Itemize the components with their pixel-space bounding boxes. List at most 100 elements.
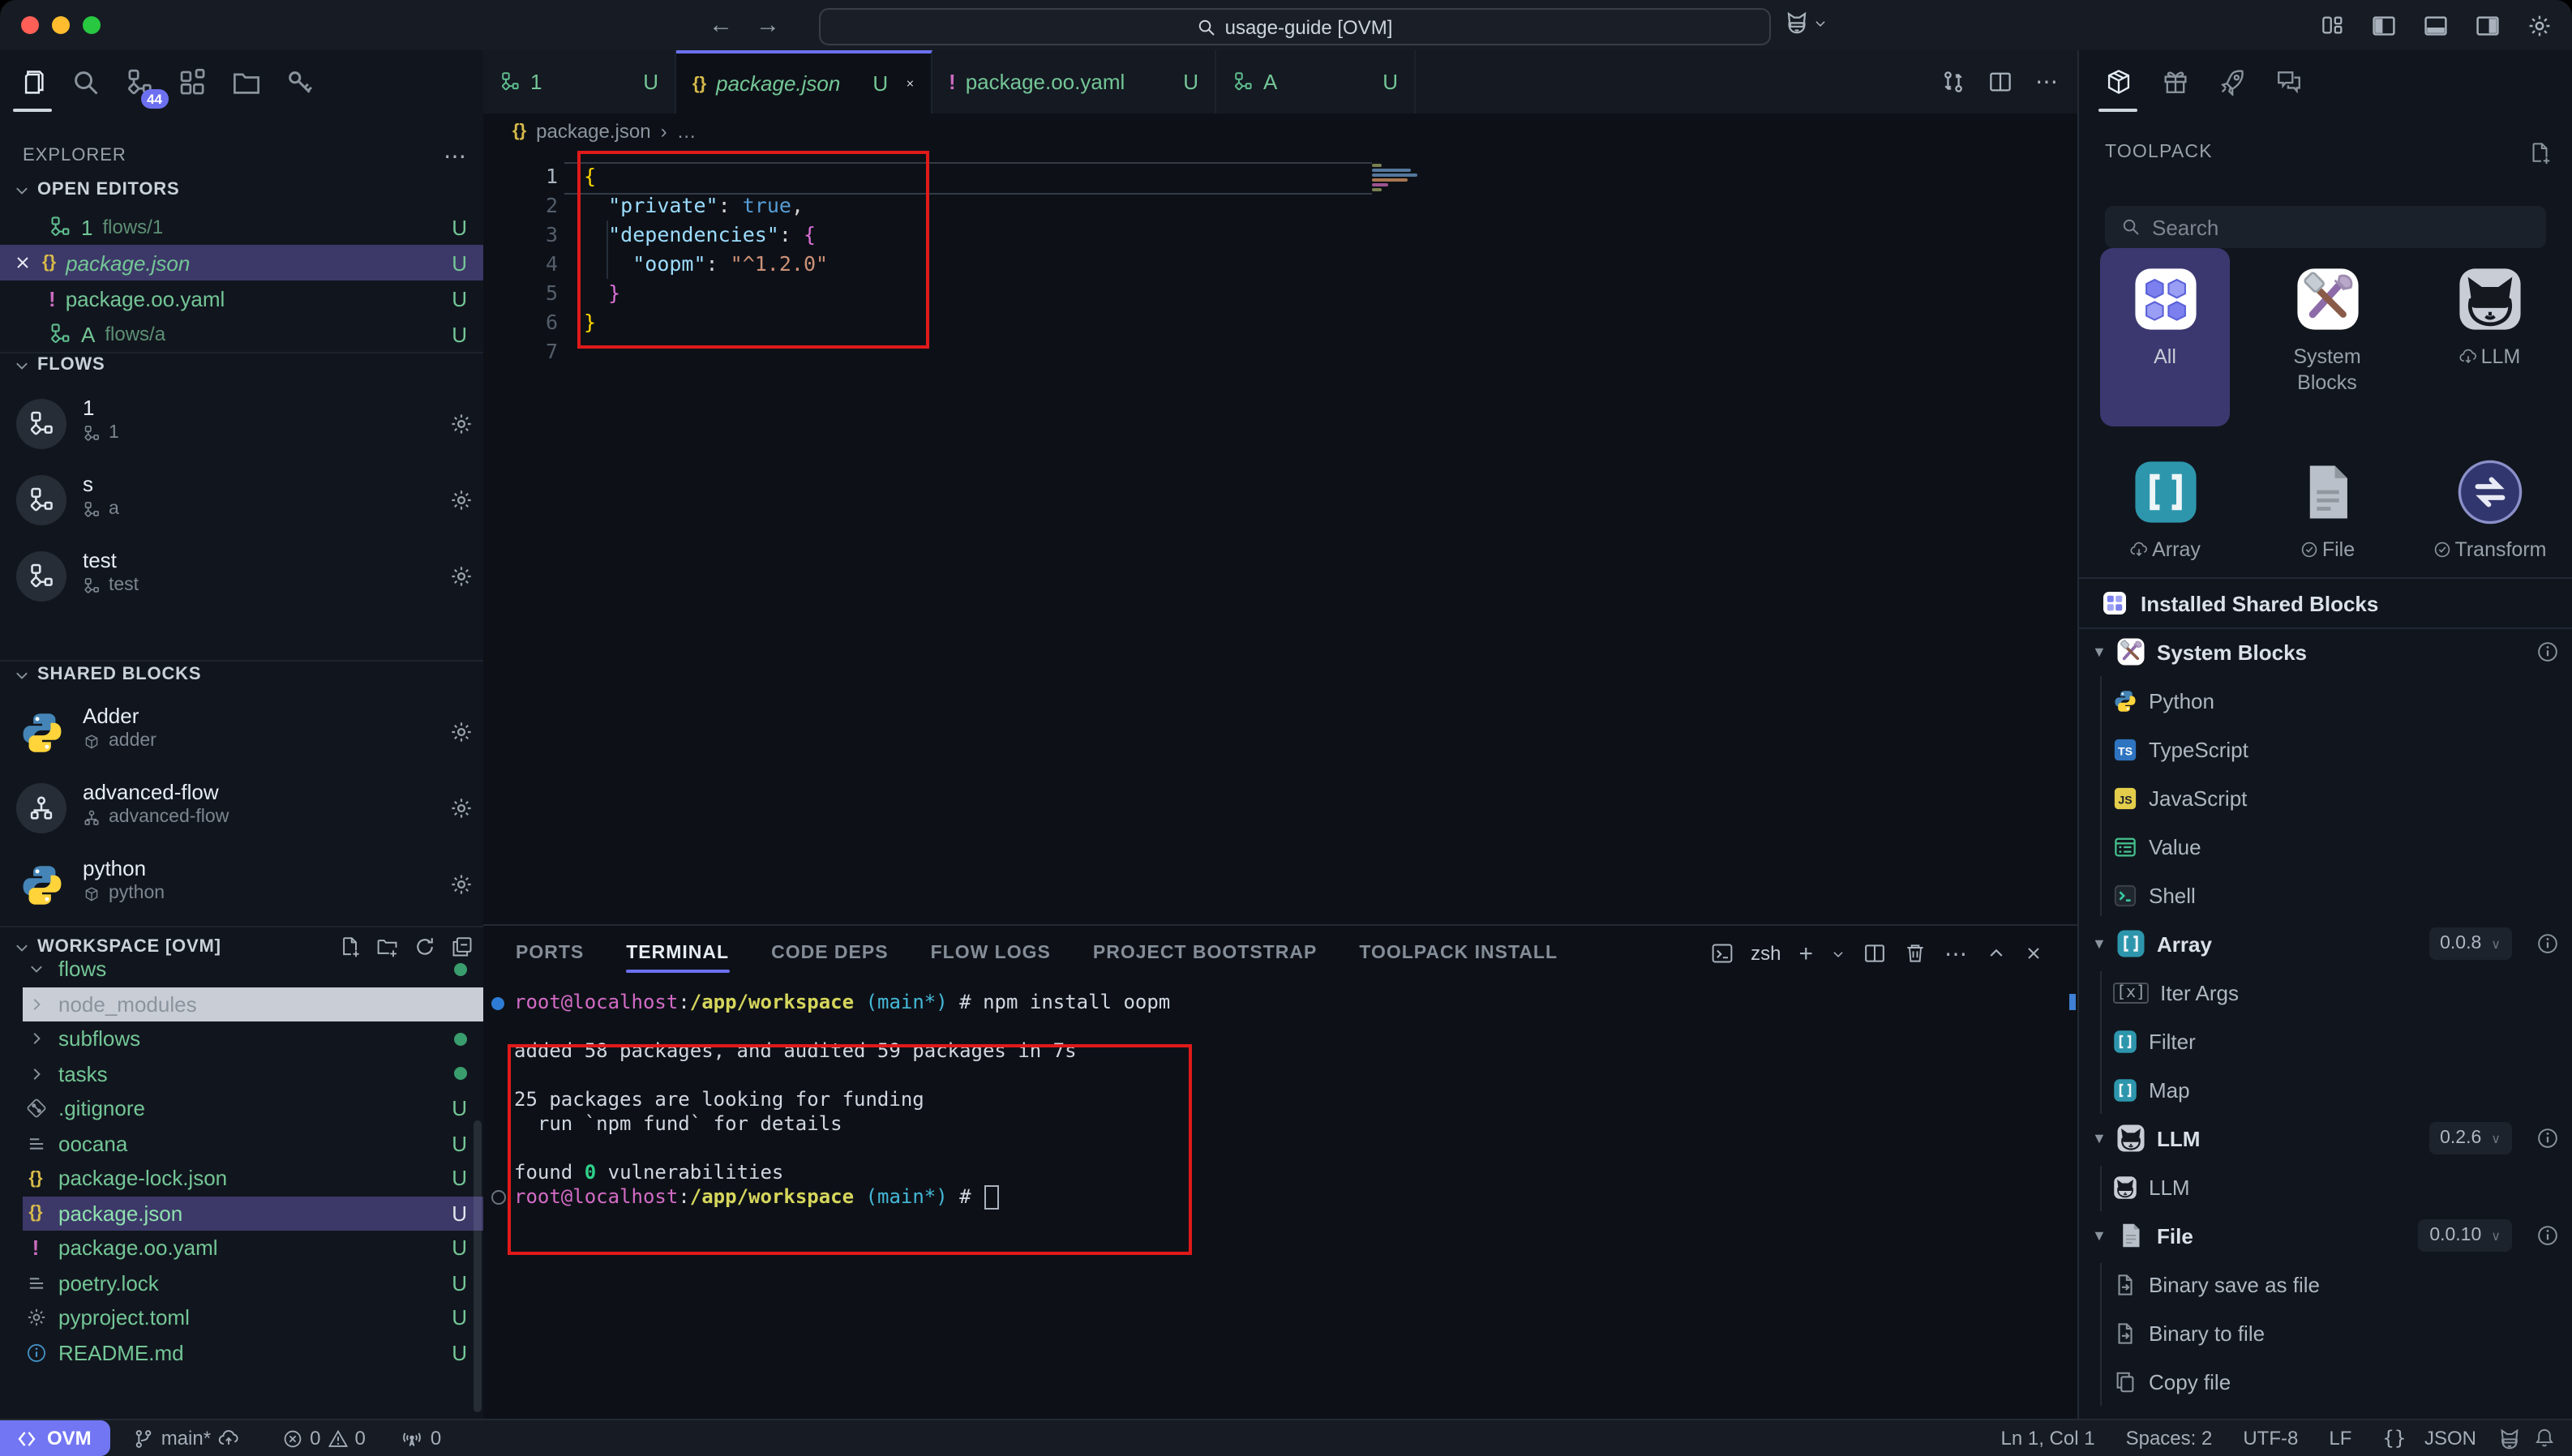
folder-row-tasks[interactable]: tasks — [23, 1056, 483, 1091]
chevron-down-icon[interactable] — [1831, 946, 1845, 961]
tree-item-typescript[interactable]: TypeScript — [2079, 725, 2572, 773]
tree-group-file[interactable]: ▼ File 0.0.10∨ — [2079, 1211, 2572, 1260]
kill-terminal-icon[interactable] — [1904, 942, 1927, 965]
activity-keys[interactable] — [284, 66, 316, 98]
ports-status[interactable]: 0 — [392, 1427, 451, 1450]
activity-launch[interactable] — [2215, 66, 2248, 98]
terminal-scrollbar[interactable] — [2069, 994, 2076, 1010]
tree-item-value[interactable]: Value — [2079, 822, 2572, 871]
panel-tab-flow-logs[interactable]: FLOW LOGS — [931, 926, 1051, 981]
toggle-primary-sidebar-icon[interactable] — [2371, 12, 2397, 38]
tree-item-iter-args[interactable]: [x]Iter Args — [2079, 968, 2572, 1017]
editor-more-actions-icon[interactable]: ⋯ — [2035, 68, 2060, 96]
customize-layout-icon[interactable] — [2321, 13, 2345, 37]
split-terminal-icon[interactable] — [1863, 942, 1886, 965]
activity-flows[interactable]: 44 — [123, 66, 156, 98]
flows-section-header[interactable]: FLOWS — [13, 355, 470, 375]
panel-tab-ports[interactable]: PORTS — [516, 926, 584, 981]
problems-status[interactable]: 0 0 — [272, 1427, 375, 1450]
activity-search[interactable] — [70, 66, 102, 98]
language-mode[interactable]: {} JSON — [2373, 1427, 2486, 1450]
settings-gear-icon[interactable] — [2527, 12, 2553, 38]
file-row-poetry-lock[interactable]: poetry.lockU — [23, 1265, 483, 1300]
maximize-panel-icon[interactable] — [1987, 944, 2006, 963]
block-settings-gear-icon[interactable] — [449, 720, 474, 744]
toggle-secondary-sidebar-icon[interactable] — [2475, 12, 2501, 38]
remote-indicator[interactable]: OVM — [0, 1420, 111, 1456]
toolpack-card-transform[interactable]: Transform — [2424, 459, 2554, 563]
shared-block-item[interactable]: advanced-flow advanced-flow — [16, 780, 474, 845]
close-panel-icon[interactable] — [2024, 944, 2043, 963]
flow-settings-gear-icon[interactable] — [449, 412, 474, 436]
panel-tab-code-deps[interactable]: CODE DEPS — [771, 926, 889, 981]
toggle-panel-icon[interactable] — [2423, 12, 2449, 38]
folder-row-flows[interactable]: flows — [23, 952, 483, 987]
tree-item-filter[interactable]: Filter — [2079, 1017, 2572, 1065]
file-row-gitignore[interactable]: .gitignoreU — [23, 1091, 483, 1126]
shared-block-item[interactable]: Adder adder — [16, 704, 474, 769]
open-editors-header[interactable]: OPEN EDITORS — [13, 180, 179, 199]
file-row-oocana[interactable]: oocanaU — [23, 1126, 483, 1161]
version-dropdown[interactable]: 0.0.10∨ — [2418, 1219, 2512, 1252]
shared-block-item[interactable]: python python — [16, 856, 474, 921]
flow-settings-gear-icon[interactable] — [449, 488, 474, 512]
file-row-readme[interactable]: README.mdU — [23, 1335, 483, 1370]
command-center-search[interactable]: usage-guide [OVM] — [819, 8, 1771, 45]
flow-item[interactable]: test test — [16, 548, 474, 613]
explorer-more-icon[interactable]: ⋯ — [444, 142, 467, 169]
terminal-output[interactable]: root@localhost:/app/workspace (main*) # … — [491, 991, 2079, 1420]
open-editor-item[interactable]: ! package.oo.yaml U — [0, 280, 483, 316]
tree-item-shell[interactable]: Shell — [2079, 871, 2572, 919]
cursor-position[interactable]: Ln 1, Col 1 — [1991, 1427, 2105, 1450]
tree-group-system-blocks[interactable]: ▼ System Blocks — [2079, 627, 2572, 676]
info-icon[interactable] — [2536, 1224, 2559, 1247]
minimap[interactable] — [1372, 164, 1421, 193]
open-changes-icon[interactable] — [1941, 70, 1965, 94]
activity-gifts[interactable] — [2158, 66, 2191, 98]
branch-status[interactable]: main* — [124, 1427, 250, 1450]
tab-package-json-active[interactable]: {} package.json U — [676, 50, 932, 113]
cat-icon[interactable] — [2497, 1426, 2522, 1450]
tree-item-llm[interactable]: LLM — [2079, 1163, 2572, 1211]
version-dropdown[interactable]: 0.2.6∨ — [2428, 1122, 2512, 1154]
folder-row-node-modules[interactable]: node_modules — [23, 987, 483, 1021]
panel-more-actions-icon[interactable]: ⋯ — [1944, 940, 1969, 967]
close-icon[interactable] — [13, 253, 32, 272]
open-editor-item[interactable]: 1 flows/1 U — [0, 209, 483, 245]
sidebar-scrollbar[interactable] — [474, 1120, 482, 1412]
file-row-package-lock[interactable]: {}package-lock.jsonU — [23, 1161, 483, 1196]
tree-item-javascript[interactable]: JavaScript — [2079, 773, 2572, 822]
panel-tab-toolpack-install[interactable]: TOOLPACK INSTALL — [1359, 926, 1558, 981]
eol[interactable]: LF — [2319, 1427, 2361, 1450]
tab-flow-1[interactable]: 1 U — [483, 50, 676, 113]
new-terminal-icon[interactable]: + — [1798, 940, 1813, 967]
info-icon[interactable] — [2536, 1127, 2559, 1150]
toolpack-card-all-selected[interactable]: All — [2100, 248, 2230, 426]
tree-item-map[interactable]: Map — [2079, 1065, 2572, 1114]
activity-folder[interactable] — [230, 66, 263, 98]
shared-blocks-section-header[interactable]: SHARED BLOCKS — [13, 665, 470, 684]
info-icon[interactable] — [2536, 640, 2559, 663]
toolpack-search-input[interactable]: Search — [2105, 206, 2546, 248]
zoom-window-button[interactable] — [83, 16, 101, 34]
encoding[interactable]: UTF-8 — [2233, 1427, 2308, 1450]
close-tab-icon[interactable] — [904, 75, 915, 92]
tree-item-binary-save-as-file[interactable]: Binary save as file — [2079, 1260, 2572, 1308]
tree-group-llm[interactable]: ▼ LLM 0.2.6∨ — [2079, 1114, 2572, 1163]
file-row-package-oo-yaml[interactable]: !package.oo.yamlU — [23, 1231, 483, 1265]
version-dropdown[interactable]: 0.0.8∨ — [2428, 927, 2512, 960]
panel-tab-terminal-active[interactable]: TERMINAL — [626, 926, 729, 981]
code-content[interactable]: { "private": true, "dependencies": { "oo… — [584, 162, 2014, 366]
code-editor[interactable]: 1234567 { "private": true, "dependencies… — [483, 149, 2079, 924]
toolpack-card-system-blocks[interactable]: System Blocks — [2262, 266, 2392, 396]
toolpack-card-array[interactable]: Array — [2100, 459, 2230, 563]
folder-row-subflows[interactable]: subflows — [23, 1021, 483, 1056]
block-settings-gear-icon[interactable] — [449, 872, 474, 897]
toolpack-card-llm[interactable]: LLM — [2424, 266, 2554, 370]
tab-package-oo-yaml[interactable]: ! package.oo.yaml U — [932, 50, 1216, 113]
file-row-package-json-selected[interactable]: {}package.jsonU — [23, 1196, 483, 1231]
flow-item[interactable]: s a — [16, 472, 474, 537]
tree-item-python[interactable]: Python — [2079, 676, 2572, 725]
info-icon[interactable] — [2536, 932, 2559, 955]
tree-item-binary-to-file[interactable]: Binary to file — [2079, 1308, 2572, 1357]
